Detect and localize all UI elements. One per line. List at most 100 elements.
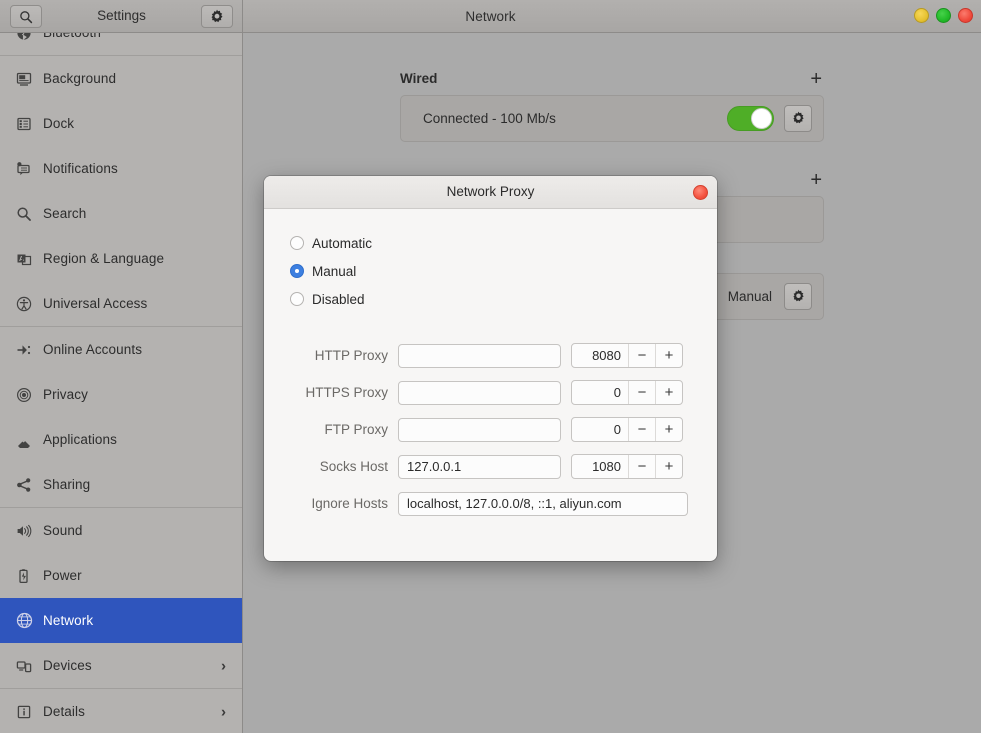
wired-status-label: Connected - 100 Mb/s bbox=[423, 111, 556, 126]
gear-icon bbox=[791, 289, 806, 304]
dock-icon bbox=[13, 113, 35, 135]
socks-host-port-value[interactable]: 1080 bbox=[572, 455, 628, 478]
chevron-right-icon: › bbox=[221, 657, 226, 674]
sidebar-item-bluetooth[interactable]: Bluetooth bbox=[0, 33, 242, 55]
sidebar-item-search[interactable]: Search bbox=[0, 191, 242, 236]
socks-host-label: Socks Host bbox=[319, 459, 388, 474]
wired-toggle[interactable] bbox=[727, 106, 774, 131]
sidebar-item-notifications[interactable]: Notifications bbox=[0, 146, 242, 191]
minimize-button[interactable] bbox=[914, 8, 929, 23]
gear-icon bbox=[209, 9, 225, 25]
http-proxy-label: HTTP Proxy bbox=[314, 348, 388, 363]
radio-disabled-indicator[interactable] bbox=[290, 292, 304, 306]
dialog-title: Network Proxy bbox=[446, 184, 535, 199]
sidebar-item-applications[interactable]: Applications bbox=[0, 417, 242, 462]
wired-title: Wired bbox=[400, 71, 438, 86]
search-icon bbox=[19, 10, 33, 24]
http-port-increment-button[interactable]: + bbox=[655, 344, 682, 367]
sidebar-item-label: Sound bbox=[43, 523, 83, 538]
sidebar-item-details[interactable]: Details › bbox=[0, 689, 242, 733]
privacy-icon bbox=[13, 384, 35, 406]
window-controls bbox=[914, 8, 973, 23]
region-language-icon: A bbox=[13, 248, 35, 270]
ftp-proxy-port-value[interactable]: 0 bbox=[572, 418, 628, 441]
radio-manual-indicator[interactable] bbox=[290, 264, 304, 278]
http-proxy-input[interactable] bbox=[398, 343, 561, 368]
ftp-proxy-port-stepper[interactable]: 0 − + bbox=[571, 417, 683, 442]
ftp-proxy-input[interactable] bbox=[398, 417, 561, 442]
dialog-close-button[interactable] bbox=[693, 185, 708, 200]
sidebar-item-dock[interactable]: Dock bbox=[0, 101, 242, 146]
sidebar-item-background[interactable]: Background bbox=[0, 56, 242, 101]
sidebar-item-label: Region & Language bbox=[43, 251, 165, 266]
dialog-titlebar: Network Proxy bbox=[264, 176, 717, 209]
wired-rows: Connected - 100 Mb/s bbox=[400, 95, 824, 142]
radio-option-disabled[interactable]: Disabled bbox=[290, 285, 693, 313]
socks-host-port-stepper[interactable]: 1080 − + bbox=[571, 454, 683, 479]
sidebar-item-label: Network bbox=[43, 613, 94, 628]
sidebar-item-label: Notifications bbox=[43, 161, 118, 176]
https-proxy-label: HTTPS Proxy bbox=[305, 385, 388, 400]
network-proxy-value: Manual bbox=[727, 289, 772, 304]
background-icon bbox=[13, 68, 35, 90]
sidebar-item-devices[interactable]: Devices › bbox=[0, 643, 242, 688]
http-proxy-port-stepper[interactable]: 8080 − + bbox=[571, 343, 683, 368]
https-proxy-port-value[interactable]: 0 bbox=[572, 381, 628, 404]
app-menu-button[interactable] bbox=[201, 5, 233, 28]
sidebar-item-label: Applications bbox=[43, 432, 117, 447]
https-port-decrement-button[interactable]: − bbox=[628, 381, 655, 404]
radio-option-manual[interactable]: Manual bbox=[290, 257, 693, 285]
socks-port-increment-button[interactable]: + bbox=[655, 455, 682, 478]
https-proxy-row: HTTPS Proxy 0 − + bbox=[288, 374, 693, 411]
http-port-decrement-button[interactable]: − bbox=[628, 344, 655, 367]
ftp-port-decrement-button[interactable]: − bbox=[628, 418, 655, 441]
radio-manual-label: Manual bbox=[312, 263, 357, 279]
https-proxy-input[interactable] bbox=[398, 380, 561, 405]
sidebar-item-online-accounts[interactable]: Online Accounts bbox=[0, 327, 242, 372]
sidebar-item-label: Privacy bbox=[43, 387, 88, 402]
sidebar-item-label: Background bbox=[43, 71, 117, 86]
sidebar-item-power[interactable]: Power bbox=[0, 553, 242, 598]
wired-row-controls bbox=[727, 105, 812, 132]
search-button[interactable] bbox=[10, 5, 42, 28]
maximize-button[interactable] bbox=[936, 8, 951, 23]
socks-host-input[interactable]: 127.0.0.1 bbox=[398, 454, 561, 479]
add-wired-button[interactable]: + bbox=[810, 69, 824, 89]
devices-icon bbox=[13, 655, 35, 677]
sidebar-header: Settings bbox=[0, 0, 243, 33]
socks-port-decrement-button[interactable]: − bbox=[628, 455, 655, 478]
sidebar-item-label: Search bbox=[43, 206, 87, 221]
network-proxy-settings-button[interactable] bbox=[784, 283, 812, 310]
settings-sidebar[interactable]: Bluetooth Background bbox=[0, 33, 243, 733]
proxy-mode-radiogroup[interactable]: Automatic Manual Disabled bbox=[290, 229, 693, 313]
sidebar-item-label: Dock bbox=[43, 116, 75, 131]
sidebar-item-label: Devices bbox=[43, 658, 92, 673]
wired-section-header: Wired + bbox=[400, 69, 824, 89]
radio-option-automatic[interactable]: Automatic bbox=[290, 229, 693, 257]
ftp-port-increment-button[interactable]: + bbox=[655, 418, 682, 441]
add-connection-button[interactable]: + bbox=[810, 170, 824, 190]
ignore-hosts-input[interactable]: localhost, 127.0.0.0/8, ::1, aliyun.com bbox=[398, 491, 688, 516]
sidebar-item-universal-access[interactable]: Universal Access bbox=[0, 281, 242, 326]
wired-settings-button[interactable] bbox=[784, 105, 812, 132]
sidebar-item-network[interactable]: Network bbox=[0, 598, 242, 643]
gear-icon bbox=[791, 111, 806, 126]
sidebar-item-sharing[interactable]: Sharing bbox=[0, 462, 242, 507]
sidebar-item-region-language[interactable]: A Region & Language bbox=[0, 236, 242, 281]
sidebar-item-sound[interactable]: Sound bbox=[0, 508, 242, 553]
ignore-hosts-row: Ignore Hosts localhost, 127.0.0.0/8, ::1… bbox=[288, 485, 693, 522]
radio-automatic-indicator[interactable] bbox=[290, 236, 304, 250]
power-icon bbox=[13, 565, 35, 587]
http-proxy-port-value[interactable]: 8080 bbox=[572, 344, 628, 367]
sidebar-item-privacy[interactable]: Privacy bbox=[0, 372, 242, 417]
https-proxy-port-stepper[interactable]: 0 − + bbox=[571, 380, 683, 405]
applications-icon bbox=[13, 429, 35, 451]
universal-access-icon bbox=[13, 293, 35, 315]
bluetooth-icon bbox=[13, 33, 35, 44]
wired-connection-row[interactable]: Connected - 100 Mb/s bbox=[401, 96, 823, 141]
sound-icon bbox=[13, 520, 35, 542]
network-icon bbox=[13, 610, 35, 632]
https-port-increment-button[interactable]: + bbox=[655, 381, 682, 404]
sidebar-item-label: Bluetooth bbox=[43, 33, 101, 40]
close-button[interactable] bbox=[958, 8, 973, 23]
